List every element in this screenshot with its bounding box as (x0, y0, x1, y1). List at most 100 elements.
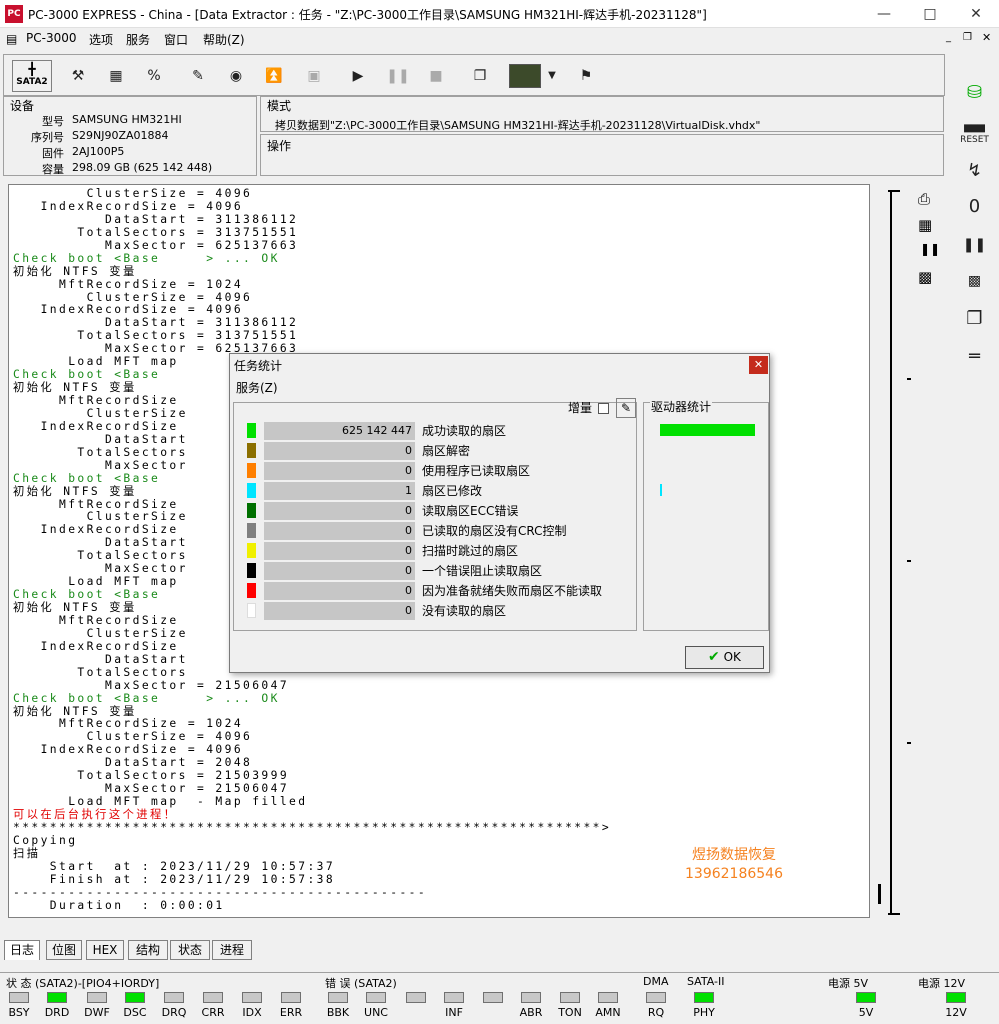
save-icon[interactable]: ▦ (918, 216, 932, 234)
zero-icon[interactable]: 0 (952, 190, 997, 224)
log-scrollbar[interactable] (878, 184, 886, 918)
connector-icon[interactable]: ═ (952, 340, 997, 374)
dialog-close-icon[interactable]: ✕ (749, 356, 768, 374)
menu-app[interactable]: PC-3000 (26, 31, 76, 45)
counter-label: 一个错误阻止读取扇区 (422, 564, 543, 578)
menu-service[interactable]: 服务 (126, 31, 150, 48)
copy-icon[interactable]: ❐ (952, 302, 997, 336)
increment-checkbox[interactable] (598, 403, 609, 414)
status-led (242, 992, 262, 1003)
status-led-label: INF (445, 1006, 463, 1019)
operation-title: 操作 (267, 139, 292, 153)
status-led-label: BBK (326, 1006, 350, 1019)
tab-log[interactable]: 日志 (4, 940, 40, 960)
color-swatch (247, 423, 256, 438)
status-led-label: UNC (364, 1006, 388, 1019)
database-icon[interactable]: ⛁ (952, 76, 997, 110)
tab-process[interactable]: 进程 (212, 940, 252, 960)
maximize-icon[interactable]: □ (907, 0, 953, 28)
sata-label: SATA2 (16, 77, 48, 87)
mode-text: 拷贝数据到"Z:\PC-3000工作目录\SAMSUNG HM321HI-辉达手… (275, 119, 761, 132)
menu-window[interactable]: 窗口 (164, 31, 188, 48)
edit-icon[interactable]: ✎ (184, 62, 212, 90)
clear-icon[interactable]: ✎ (616, 398, 636, 418)
tools-icon[interactable]: ⚒ (64, 62, 92, 90)
mdi-close-icon[interactable]: ✕ (982, 31, 991, 44)
disk-map-icon[interactable]: ⏫ (260, 62, 288, 90)
drive-modified-bar (660, 484, 662, 496)
status-led (483, 992, 503, 1003)
pause-side-icon[interactable]: ❚❚ (952, 228, 997, 262)
menu-options[interactable]: 选项 (89, 31, 113, 48)
ruler-bottom (888, 913, 900, 915)
power-icon[interactable]: ↯ (952, 154, 997, 188)
check-icon: ✔ (708, 649, 720, 665)
counters-panel: 增量 ✎ 625 142 447 成功读取的扇区 0 扇区解密 0 使用程序已读取扇区 1 扇… (233, 398, 637, 631)
status-led-label: 12V (945, 1006, 967, 1019)
pause-icon[interactable]: ❚❚ (384, 62, 412, 90)
status-led-label: BSY (8, 1006, 30, 1019)
stop-icon[interactable]: ■ (422, 62, 450, 90)
counter-label: 没有读取的扇区 (422, 604, 507, 618)
ok-button[interactable]: ✔ OK (685, 646, 764, 669)
menu-help[interactable]: 帮助(Z) (203, 31, 245, 48)
log-line: ClusterSize = 4096 (13, 187, 253, 200)
export-icon[interactable]: ⎙ (918, 190, 930, 208)
status-led (9, 992, 29, 1003)
status-led (521, 992, 541, 1003)
ruler (890, 190, 892, 915)
status-led (87, 992, 107, 1003)
sata-button[interactable]: ╋ SATA2 (12, 60, 52, 92)
status-led (203, 992, 223, 1003)
counter-value: 0 (264, 502, 415, 520)
save-as-icon[interactable]: ▩ (918, 268, 932, 286)
model-value: SAMSUNG HM321HI (72, 113, 182, 126)
counter-value: 625 142 447 (264, 422, 415, 440)
color-swatch (247, 543, 256, 558)
status-group-title: 状 态 (SATA2)-[PIO4+IORDY] (6, 977, 160, 990)
sector-icon[interactable]: ▦ (102, 62, 130, 90)
copy-disk-icon[interactable]: ▣ (300, 62, 328, 90)
log-line: Check boot <Base > ... OK (13, 691, 280, 705)
mdi-minimize-icon[interactable]: _ (946, 32, 951, 43)
scroll-thumb[interactable] (878, 884, 881, 904)
mdi-restore-icon[interactable]: ❐ (963, 32, 972, 43)
play-icon[interactable]: ▶ (344, 62, 372, 90)
counter-label: 扫描时跳过的扇区 (422, 544, 519, 558)
tab-bitmap[interactable]: 位图 (46, 940, 82, 960)
task-stats-dialog: 任务统计 ✕ 服务(Z) 增量 ✎ 625 142 447 成功读取的扇区 0 扇区解… (229, 353, 770, 673)
ruler-tick (907, 378, 911, 380)
mode-title: 模式 (267, 99, 292, 113)
status-led (47, 992, 67, 1003)
log-line: 扫描 (13, 846, 41, 860)
status-led-label: IDX (242, 1006, 262, 1019)
tab-hex[interactable]: HEX (86, 940, 124, 960)
picture-icon[interactable] (509, 64, 541, 88)
device-title: 设备 (10, 99, 35, 113)
window-title: PC-3000 EXPRESS - China - [Data Extracto… (28, 8, 707, 22)
pause-log-icon[interactable]: ❚❚ (920, 242, 940, 256)
binoculars-icon[interactable]: ◉ (222, 62, 250, 90)
counter-value: 0 (264, 522, 415, 540)
minimize-icon[interactable]: — (861, 0, 907, 28)
windows-icon[interactable]: ❐ (466, 62, 494, 90)
binary-icon[interactable]: ▩ (952, 264, 997, 298)
firmware-label: 固件 (42, 147, 64, 160)
dialog-menu-service[interactable]: 服务(Z) (236, 379, 278, 396)
exit-icon[interactable]: ⚑ (572, 62, 600, 90)
dma-title: DMA (643, 975, 669, 988)
log-line: Duration : 0:00:01 (13, 898, 225, 912)
serial-value: S29NJ90ZA01884 (72, 129, 169, 142)
status-led-label: DWF (84, 1006, 110, 1019)
status-led (366, 992, 386, 1003)
tab-status[interactable]: 状态 (170, 940, 210, 960)
close-icon[interactable]: ✕ (953, 0, 999, 28)
reset-button[interactable]: ▆▆▆ RESET (952, 116, 997, 150)
dropdown-icon[interactable]: ▼ (542, 62, 562, 90)
counter-label: 读取扇区ECC错误 (422, 504, 519, 518)
status-led (444, 992, 464, 1003)
percent-icon[interactable]: % (140, 62, 168, 90)
tab-structure[interactable]: 结构 (128, 940, 168, 960)
log-line: DataStart = 311386112 (13, 212, 299, 226)
serial-label: 序列号 (31, 131, 64, 144)
